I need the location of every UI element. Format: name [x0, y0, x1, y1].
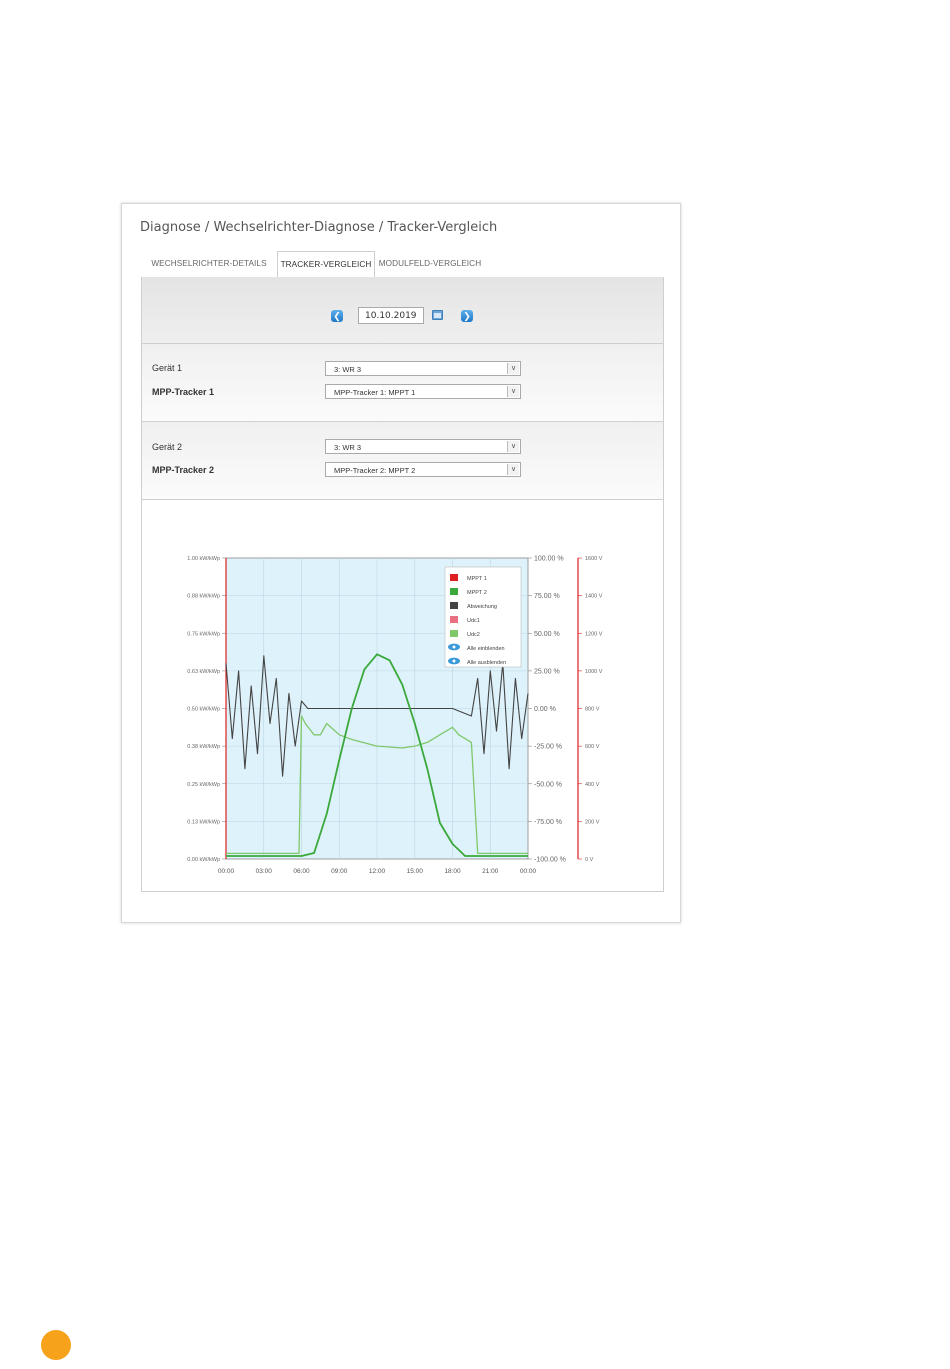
tab-tracker-vergleich[interactable]: TRACKER-VERGLEICH — [277, 251, 375, 278]
chevron-down-icon: ∨ — [507, 464, 519, 475]
chevron-down-icon: ∨ — [507, 441, 519, 452]
y-mid-tick-label: -100.00 % — [534, 857, 566, 864]
y-mid-tick-label: -25.00 % — [534, 744, 562, 751]
legend-label: Alle ausblenden — [467, 660, 506, 666]
chevron-down-icon: ∨ — [507, 363, 519, 374]
x-tick-label: 18:00 — [444, 868, 461, 875]
y-right-tick-label: 1000 V — [585, 669, 603, 675]
y-mid-tick-label: -75.00 % — [534, 819, 562, 826]
legend-swatch — [450, 574, 458, 581]
legend-label: MPPT 1 — [467, 576, 487, 582]
y-right-tick-label: 200 V — [585, 819, 600, 825]
y-mid-tick-label: -50.00 % — [534, 781, 562, 788]
tracker1-select-value: MPP-Tracker 1: MPPT 1 — [334, 388, 416, 397]
calendar-icon[interactable] — [432, 310, 443, 320]
legend-swatch — [450, 588, 458, 595]
y-right-tick-label: 0 V — [585, 857, 594, 863]
tracker1-label: MPP-Tracker 1 — [152, 387, 215, 397]
y-left-tick-label: 0.38 kW/kWp — [187, 744, 220, 750]
arrow-right-icon[interactable]: ❯ — [461, 310, 473, 322]
page-marker-dot — [41, 1330, 71, 1360]
y-right-tick-label: 400 V — [585, 782, 600, 788]
x-tick-label: 00:00 — [520, 868, 537, 875]
y-right-tick-label: 600 V — [585, 744, 600, 750]
date-input[interactable]: 10.10.2019 — [358, 307, 424, 324]
legend-swatch — [450, 616, 458, 623]
y-right-tick-label: 1600 V — [585, 556, 603, 562]
x-tick-label: 06:00 — [293, 868, 310, 875]
y-left-tick-label: 0.75 kW/kWp — [187, 631, 220, 637]
diagnostics-panel: Diagnose / Wechselrichter-Diagnose / Tra… — [121, 203, 681, 923]
device1-section: Gerät 1 3: WR 3 ∨ MPP-Tracker 1 MPP-Trac… — [142, 344, 663, 422]
tab-wechselrichter-details[interactable]: WECHSELRICHTER-DETAILS — [141, 251, 277, 276]
x-tick-label: 09:00 — [331, 868, 348, 875]
device1-select-value: 3: WR 3 — [334, 365, 362, 374]
x-tick-label: 15:00 — [407, 868, 424, 875]
y-mid-tick-label: 50.00 % — [534, 631, 560, 638]
legend-swatch — [450, 602, 458, 609]
device2-select[interactable]: 3: WR 3 ∨ — [325, 439, 521, 454]
date-bar: ❮ 10.10.2019 ❯ — [142, 277, 663, 344]
device2-label: Gerät 2 — [152, 442, 183, 452]
eye-pupil-icon — [452, 645, 456, 649]
breadcrumb: Diagnose / Wechselrichter-Diagnose / Tra… — [140, 220, 498, 235]
y-mid-tick-label: 100.00 % — [534, 556, 564, 563]
arrow-left-icon[interactable]: ❮ — [331, 310, 343, 322]
tab-bar: WECHSELRICHTER-DETAILS TRACKER-VERGLEICH… — [141, 251, 662, 278]
legend-label: Alle einblenden — [467, 646, 505, 652]
chevron-down-icon: ∨ — [507, 386, 519, 397]
y-left-tick-label: 0.25 kW/kWp — [187, 782, 220, 788]
tracker1-select[interactable]: MPP-Tracker 1: MPPT 1 ∨ — [325, 384, 521, 399]
tab-modulfeld-vergleich[interactable]: MODULFELD-VERGLEICH — [375, 251, 485, 276]
eye-pupil-icon — [452, 659, 456, 663]
y-left-tick-label: 0.88 kW/kWp — [187, 594, 220, 600]
legend-label: MPPT 2 — [467, 590, 487, 596]
y-left-tick-label: 0.13 kW/kWp — [187, 819, 220, 825]
legend-label: Udc2 — [467, 632, 480, 638]
device2-section: Gerät 2 3: WR 3 ∨ MPP-Tracker 2 MPP-Trac… — [142, 422, 663, 500]
device1-select[interactable]: 3: WR 3 ∨ — [325, 361, 521, 376]
legend-swatch — [450, 630, 458, 637]
legend-label: Abweichung — [467, 604, 497, 610]
tracker2-select-value: MPP-Tracker 2: MPPT 2 — [334, 466, 416, 475]
tracker-comparison-chart[interactable]: 00:00 03:00 06:00 09:00 12:00 15:00 18:00 21:00… — [142, 501, 663, 891]
y-right-tick-label: 1400 V — [585, 594, 603, 600]
y-mid-tick-label: 0.00 % — [534, 706, 556, 713]
y-left-tick-label: 0.50 kW/kWp — [187, 707, 220, 713]
legend-label: Udc1 — [467, 618, 480, 624]
y-right-tick-label: 800 V — [585, 707, 600, 713]
y-left-tick-label: 1.00 kW/kWp — [187, 556, 220, 562]
tab-content: ❮ 10.10.2019 ❯ Gerät 1 3: WR 3 ∨ MPP-Tra… — [141, 277, 664, 892]
x-tick-label: 03:00 — [256, 868, 273, 875]
y-mid-tick-label: 75.00 % — [534, 593, 560, 600]
y-mid-tick-label: 25.00 % — [534, 668, 560, 675]
tracker2-label: MPP-Tracker 2 — [152, 465, 215, 475]
x-tick-label: 21:00 — [482, 868, 499, 875]
y-left-tick-label: 0.00 kW/kWp — [187, 857, 220, 863]
device2-select-value: 3: WR 3 — [334, 443, 362, 452]
y-right-tick-label: 1200 V — [585, 631, 603, 637]
device1-label: Gerät 1 — [152, 363, 183, 373]
x-tick-label: 12:00 — [369, 868, 386, 875]
tracker2-select[interactable]: MPP-Tracker 2: MPPT 2 ∨ — [325, 462, 521, 477]
x-tick-label: 00:00 — [218, 868, 235, 875]
y-left-tick-label: 0.63 kW/kWp — [187, 669, 220, 675]
